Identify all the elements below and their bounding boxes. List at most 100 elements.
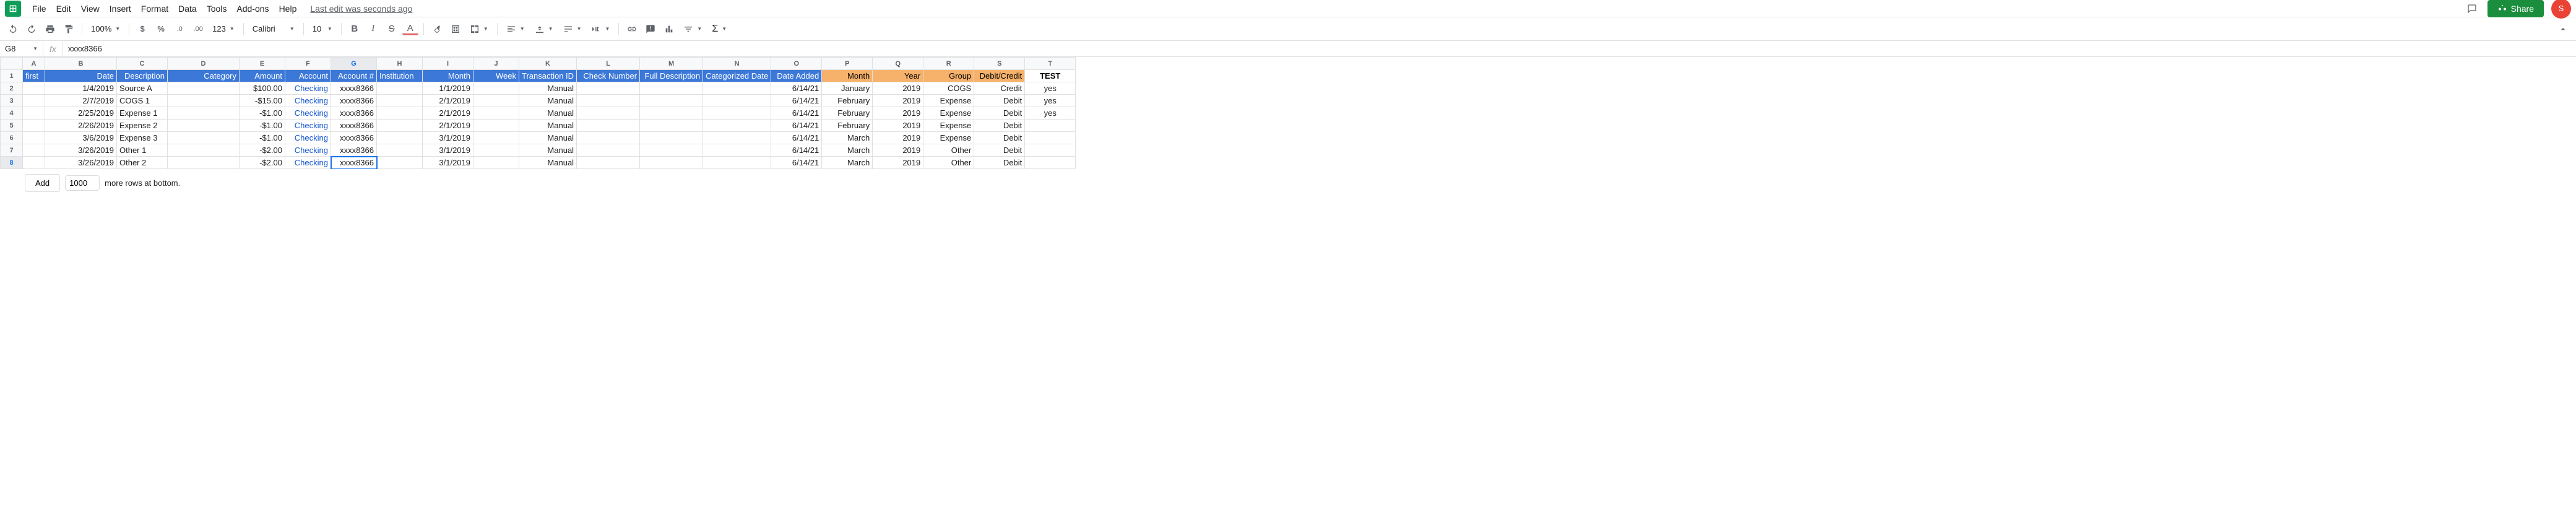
add-rows-button[interactable]: Add — [25, 174, 60, 192]
cell[interactable] — [23, 107, 45, 120]
share-button[interactable]: Share — [2487, 0, 2544, 17]
functions-button[interactable]: Σ▼ — [708, 22, 730, 36]
cell[interactable] — [168, 107, 240, 120]
header-cell[interactable]: Categorized Date — [703, 70, 771, 82]
row-header-3[interactable]: 3 — [1, 95, 23, 107]
cell[interactable]: Debit — [974, 95, 1025, 107]
bold-button[interactable]: B — [347, 21, 363, 37]
menu-tools[interactable]: Tools — [202, 1, 232, 16]
cell[interactable]: Expense — [923, 132, 974, 144]
cell[interactable]: 6/14/21 — [771, 107, 822, 120]
cell[interactable]: -$2.00 — [240, 144, 285, 157]
cell[interactable]: Debit — [974, 144, 1025, 157]
menu-help[interactable]: Help — [274, 1, 302, 16]
cell[interactable] — [640, 132, 703, 144]
col-header-O[interactable]: O — [771, 58, 822, 70]
cell[interactable]: Manual — [519, 95, 577, 107]
header-cell[interactable]: TEST — [1025, 70, 1076, 82]
col-header-E[interactable]: E — [240, 58, 285, 70]
cell[interactable]: 2019 — [873, 82, 923, 95]
cell[interactable]: 6/14/21 — [771, 132, 822, 144]
header-cell[interactable]: Date Added — [771, 70, 822, 82]
col-header-G[interactable]: G — [331, 58, 377, 70]
cell[interactable]: xxxx8366 — [331, 95, 377, 107]
text-wrap-button[interactable]: ▼ — [560, 23, 586, 35]
cell[interactable] — [168, 95, 240, 107]
borders-button[interactable] — [447, 21, 464, 37]
cell[interactable] — [473, 95, 519, 107]
col-header-A[interactable]: A — [23, 58, 45, 70]
cell[interactable] — [577, 144, 640, 157]
cell[interactable]: 2/1/2019 — [423, 95, 473, 107]
cell[interactable]: Manual — [519, 157, 577, 169]
cell[interactable]: -$15.00 — [240, 95, 285, 107]
italic-button[interactable]: I — [365, 21, 381, 37]
cell[interactable] — [1025, 132, 1076, 144]
strikethrough-button[interactable]: S — [384, 21, 400, 37]
cell[interactable]: March — [822, 157, 873, 169]
cell[interactable] — [703, 107, 771, 120]
print-button[interactable] — [42, 21, 58, 37]
cell[interactable]: Manual — [519, 120, 577, 132]
cell[interactable]: 6/14/21 — [771, 95, 822, 107]
text-color-button[interactable]: A — [402, 23, 418, 35]
header-cell[interactable]: Group — [923, 70, 974, 82]
cell[interactable]: Checking — [285, 95, 331, 107]
currency-button[interactable]: $ — [134, 21, 150, 37]
col-header-N[interactable]: N — [703, 58, 771, 70]
header-cell[interactable]: Debit/Credit — [974, 70, 1025, 82]
menu-add-ons[interactable]: Add-ons — [231, 1, 274, 16]
cell[interactable] — [473, 107, 519, 120]
cell[interactable]: yes — [1025, 82, 1076, 95]
cell[interactable]: 6/14/21 — [771, 157, 822, 169]
cell[interactable]: 3/1/2019 — [423, 157, 473, 169]
cell[interactable]: 2019 — [873, 95, 923, 107]
cell[interactable]: Expense 1 — [117, 107, 168, 120]
row-header-6[interactable]: 6 — [1, 132, 23, 144]
cell[interactable]: Expense 2 — [117, 120, 168, 132]
cell[interactable]: March — [822, 132, 873, 144]
cell[interactable] — [473, 144, 519, 157]
cell[interactable] — [377, 82, 423, 95]
header-cell[interactable]: Month — [423, 70, 473, 82]
cell[interactable]: 3/26/2019 — [45, 157, 117, 169]
cell[interactable]: Manual — [519, 82, 577, 95]
font-select[interactable]: Calibri▼ — [249, 23, 298, 35]
cell[interactable]: 6/14/21 — [771, 120, 822, 132]
cell[interactable]: 2019 — [873, 107, 923, 120]
col-header-Q[interactable]: Q — [873, 58, 923, 70]
cell[interactable]: COGS — [923, 82, 974, 95]
menu-format[interactable]: Format — [136, 1, 173, 16]
select-all-corner[interactable] — [1, 58, 23, 70]
header-cell[interactable]: first — [23, 70, 45, 82]
cell[interactable] — [577, 120, 640, 132]
comments-icon[interactable] — [2464, 1, 2480, 17]
cell[interactable] — [640, 82, 703, 95]
cell[interactable] — [577, 157, 640, 169]
cell[interactable]: xxxx8366 — [331, 132, 377, 144]
cell[interactable]: Expense 3 — [117, 132, 168, 144]
cell[interactable] — [640, 95, 703, 107]
cell[interactable]: -$1.00 — [240, 132, 285, 144]
cell[interactable] — [377, 144, 423, 157]
cell[interactable]: Debit — [974, 157, 1025, 169]
cell[interactable]: xxxx8366 — [331, 144, 377, 157]
cell[interactable]: Manual — [519, 107, 577, 120]
cell[interactable]: -$1.00 — [240, 107, 285, 120]
cell[interactable]: Debit — [974, 132, 1025, 144]
cell[interactable] — [473, 82, 519, 95]
cell[interactable]: February — [822, 120, 873, 132]
cell[interactable]: 2/25/2019 — [45, 107, 117, 120]
col-header-S[interactable]: S — [974, 58, 1025, 70]
percent-button[interactable]: % — [153, 21, 169, 37]
cell[interactable]: 3/26/2019 — [45, 144, 117, 157]
avatar[interactable]: S — [2551, 0, 2571, 19]
cell[interactable]: 2019 — [873, 157, 923, 169]
cell[interactable]: Checking — [285, 120, 331, 132]
insert-comment-button[interactable] — [642, 21, 659, 37]
cell[interactable] — [1025, 157, 1076, 169]
header-cell[interactable]: Month — [822, 70, 873, 82]
cell[interactable] — [23, 132, 45, 144]
cell[interactable]: COGS 1 — [117, 95, 168, 107]
col-header-B[interactable]: B — [45, 58, 117, 70]
